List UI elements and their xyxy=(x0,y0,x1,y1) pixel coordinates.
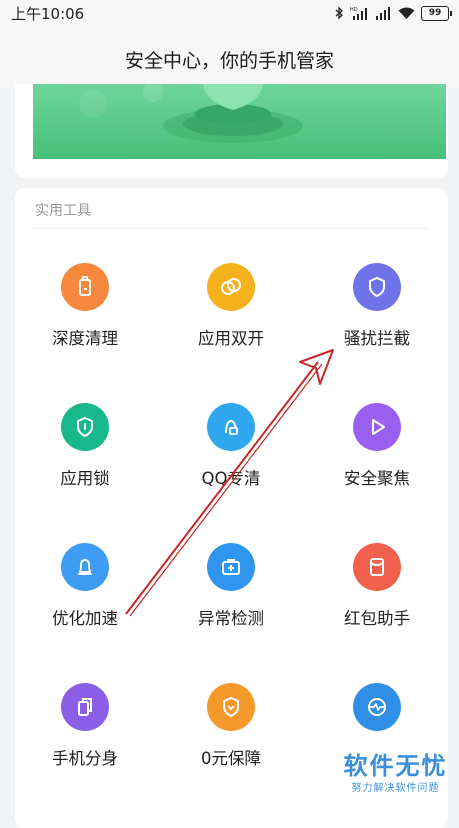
watermark-main: 软件无忧 xyxy=(343,752,448,780)
wifi-icon xyxy=(398,7,415,19)
tool-anomaly-detect[interactable]: 异常检测 xyxy=(161,543,301,653)
status-bar: 上午10:06 HD 99 xyxy=(0,0,459,26)
tool-label: QQ专清 xyxy=(201,469,261,488)
status-icons: HD 99 xyxy=(335,4,452,22)
tool-label: 深度清理 xyxy=(52,329,118,348)
copy-phone-icon xyxy=(61,683,109,731)
tool-harassment-block[interactable]: 骚扰拦截 xyxy=(307,263,447,373)
tool-dual-apps[interactable]: 应用双开 xyxy=(161,263,301,373)
section-divider xyxy=(33,228,430,229)
tool-label: 红包助手 xyxy=(344,609,410,628)
guarantee-shield-icon xyxy=(207,683,255,731)
dual-circles-icon xyxy=(207,263,255,311)
tool-qq-clean[interactable]: QQ专清 xyxy=(161,403,301,513)
qq-clean-icon xyxy=(207,403,255,451)
svg-text:HD: HD xyxy=(350,7,358,13)
tool-phone-clone[interactable]: 手机分身 xyxy=(15,683,155,793)
lock-shield-icon xyxy=(61,403,109,451)
banner-card[interactable] xyxy=(15,84,448,178)
bluetooth-icon xyxy=(335,6,343,20)
heart-monitor-icon xyxy=(353,683,401,731)
red-envelope-icon xyxy=(353,543,401,591)
tool-label: 安全聚焦 xyxy=(344,469,410,488)
tool-optimize-boost[interactable]: 优化加速 xyxy=(15,543,155,653)
play-icon xyxy=(353,403,401,451)
page-title: 安全中心，你的手机管家 xyxy=(124,50,334,72)
tool-label: 应用锁 xyxy=(60,469,110,488)
tool-app-lock[interactable]: 应用锁 xyxy=(15,403,155,513)
tool-zero-guarantee[interactable]: 0元保障 xyxy=(161,683,301,793)
watermark-sub: 努力解决软件问题 xyxy=(351,783,440,794)
shield-icon xyxy=(353,263,401,311)
tool-red-envelope[interactable]: 红包助手 xyxy=(307,543,447,653)
status-time: 上午10:06 xyxy=(11,5,85,23)
tool-label: 0元保障 xyxy=(201,749,261,768)
broom-clean-icon xyxy=(61,263,109,311)
hd-signal-icon: HD xyxy=(350,7,367,20)
banner-shield-illustration xyxy=(33,84,446,159)
tool-label: 应用双开 xyxy=(198,329,264,348)
medical-kit-icon xyxy=(207,543,255,591)
bell-boost-icon xyxy=(61,543,109,591)
tool-label: 骚扰拦截 xyxy=(344,329,410,348)
tools-card: 实用工具 深度清理 应用双开 骚扰拦截 应用锁 QQ专清 安全聚焦 优化加速 异… xyxy=(15,188,448,828)
tool-label: 手机分身 xyxy=(52,749,118,768)
tool-label: 异常检测 xyxy=(198,609,264,628)
section-label: 实用工具 xyxy=(35,203,91,219)
tool-deep-clean[interactable]: 深度清理 xyxy=(15,263,155,373)
watermark: 软件无忧 努力解决软件问题 xyxy=(338,746,453,794)
tool-security-focus[interactable]: 安全聚焦 xyxy=(307,403,447,513)
tool-label: 优化加速 xyxy=(52,609,118,628)
signal-icon xyxy=(376,7,390,20)
battery-icon: 99 xyxy=(421,5,452,21)
header: 安全中心，你的手机管家 xyxy=(0,26,459,88)
